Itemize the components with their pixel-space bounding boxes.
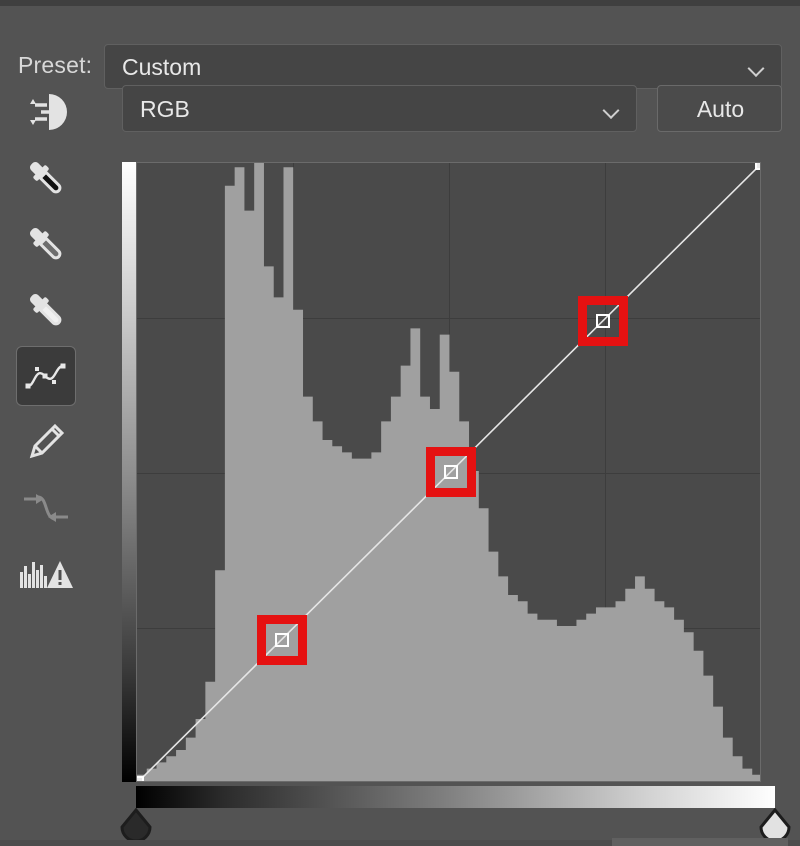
control-point-handle[interactable] [755,163,760,170]
preset-row: Preset: Custom [0,22,800,89]
auto-button[interactable]: Auto [657,85,782,132]
curve-adjust-icon [19,92,73,132]
tool-white-point-eyedropper[interactable] [16,280,76,340]
auto-button-label: Auto [696,96,745,122]
tool-gray-point-eyedropper[interactable] [16,214,76,274]
black-point-slider[interactable] [117,808,155,844]
tool-black-point-eyedropper[interactable] [16,148,76,208]
curves-tool-column [16,82,88,610]
tool-smooth-curve[interactable] [16,478,76,538]
preset-label: Preset: [18,52,93,78]
gray-point-eyedropper-icon [22,220,70,268]
chevron-down-icon [605,104,620,113]
panel-bottom-bar [612,838,788,846]
tool-pencil[interactable] [16,412,76,472]
control-point-handle[interactable] [443,464,458,479]
control-point-handle[interactable] [137,776,144,781]
channel-dropdown-value: RGB [140,96,190,122]
curve-point-tool-icon [25,360,67,392]
preset-dropdown[interactable]: Custom [104,44,782,89]
chevron-down-icon [750,62,765,71]
panel-top-divider [0,0,800,6]
curves-graph[interactable] [122,162,761,782]
output-gradient-strip [122,162,136,782]
curves-plot-area[interactable] [136,162,761,782]
channel-dropdown[interactable]: RGB [122,85,637,132]
tool-curve-adjust[interactable] [16,82,76,142]
control-point-handle[interactable] [274,632,289,647]
tool-curve-point[interactable] [16,346,76,406]
input-gradient-strip [136,786,775,808]
histogram-warning-icon [18,556,74,592]
control-point-handle[interactable] [595,314,610,329]
smooth-curve-icon [22,491,70,525]
white-point-eyedropper-icon [22,286,70,334]
preset-dropdown-value: Custom [122,54,202,80]
pencil-tool-icon [24,420,68,464]
tool-histogram-warning[interactable] [16,544,76,604]
black-point-eyedropper-icon [22,154,70,202]
